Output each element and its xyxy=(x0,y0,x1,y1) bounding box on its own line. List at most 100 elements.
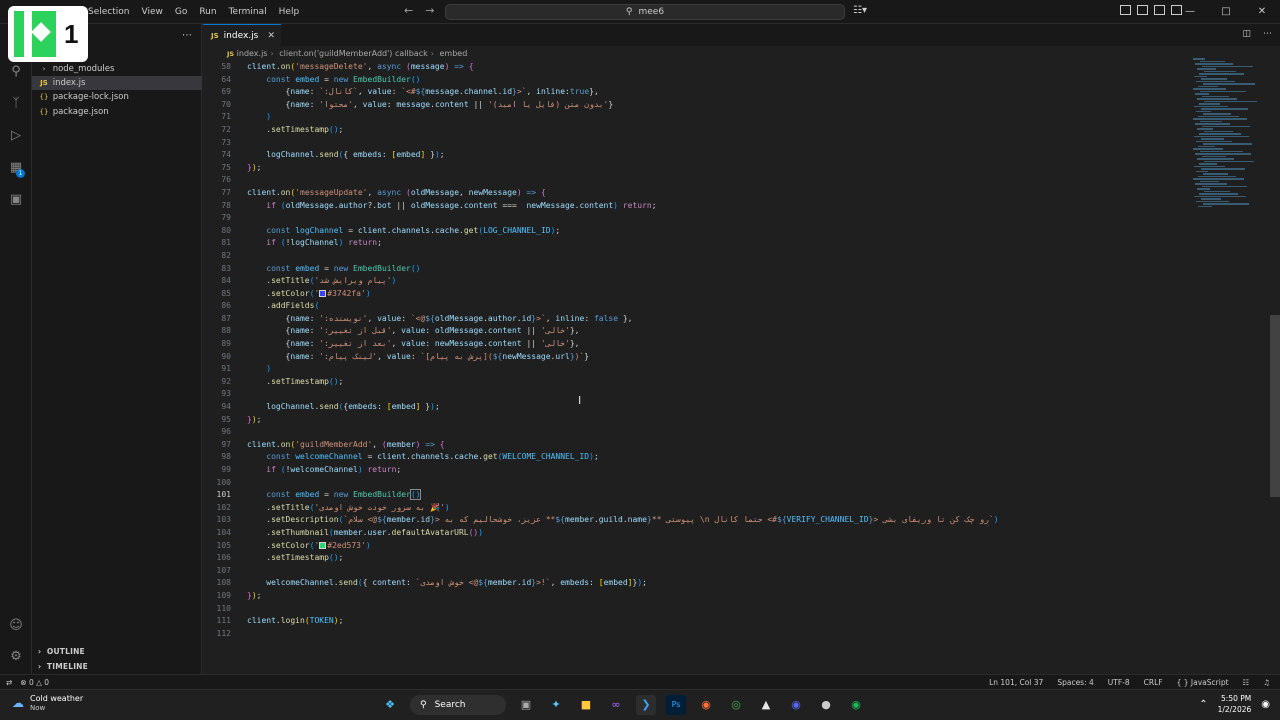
code-line[interactable]: 64 const embed = new EmbedBuilder() xyxy=(203,74,1193,87)
code-line[interactable]: 98 const welcomeChannel = client.channel… xyxy=(203,451,1193,464)
code-line[interactable]: 104 .setThumbnail(member.user.defaultAva… xyxy=(203,527,1193,540)
menu-item-run[interactable]: Run xyxy=(193,7,222,17)
code-line[interactable]: 69 {name: `:کانال`, value: `<#${message.… xyxy=(203,86,1193,99)
clock[interactable]: 5:50 PM 1/2/2026 xyxy=(1218,693,1252,715)
code-line[interactable]: 78 if (oldMessage.author?.bot || oldMess… xyxy=(203,200,1193,213)
minimap[interactable] xyxy=(1193,58,1268,218)
file-explorer-icon[interactable]: ■ xyxy=(576,695,596,715)
back-arrow-icon[interactable]: ← xyxy=(404,4,413,17)
split-editor-icon[interactable]: ◫ xyxy=(1242,29,1251,39)
code-line[interactable]: 88 {name: ':قبل از تغییر', value: oldMes… xyxy=(203,325,1193,338)
code-line[interactable]: 93 xyxy=(203,388,1193,401)
breadcrumb-item[interactable]: index.js xyxy=(237,49,268,58)
github-desktop-icon[interactable]: ● xyxy=(816,695,836,715)
task-view-icon[interactable]: ▣ xyxy=(516,695,536,715)
command-center-search[interactable]: ⚲ mee6 xyxy=(445,4,845,20)
visual-studio-icon[interactable]: ∞ xyxy=(606,695,626,715)
toggle-secondary-sidebar-icon[interactable] xyxy=(1154,5,1165,15)
tray-chevron-icon[interactable]: ⌃ xyxy=(1199,699,1207,710)
code-line[interactable]: 101 const embed = new EmbedBuilder() xyxy=(203,489,1193,502)
weather-widget[interactable]: ☁ Cold weather Now xyxy=(12,694,83,712)
code-line[interactable]: 105 .setColor(' #2ed573') xyxy=(203,540,1193,553)
firefox-icon[interactable]: ◉ xyxy=(696,695,716,715)
close-window-icon[interactable]: ✕ xyxy=(1244,0,1280,24)
code-line[interactable]: 70 {name: 'محتوا', value: message.conten… xyxy=(203,99,1193,112)
menu-item-view[interactable]: View xyxy=(135,7,168,17)
more-actions-icon[interactable]: ⋯ xyxy=(182,30,192,41)
outline-section[interactable]: › OUTLINE xyxy=(38,647,85,656)
vscode-icon[interactable]: ❯ xyxy=(636,695,656,715)
code-line[interactable]: 83 const embed = new EmbedBuilder() xyxy=(203,263,1193,276)
vertical-scrollbar[interactable] xyxy=(1270,315,1280,497)
code-line[interactable]: 71 ) xyxy=(203,111,1193,124)
code-line[interactable]: 90 {name: ':لینک پیام', value: `[پرش به … xyxy=(203,351,1193,364)
code-line[interactable]: 72 .setTimestamp(); xyxy=(203,124,1193,137)
code-line[interactable]: 96 xyxy=(203,426,1193,439)
code-line[interactable]: 81 if (!logChannel) return; xyxy=(203,237,1193,250)
menu-item-go[interactable]: Go xyxy=(169,7,193,17)
cursor-position[interactable]: Ln 101, Col 37 xyxy=(989,678,1043,687)
forward-arrow-icon[interactable]: → xyxy=(425,4,434,17)
encoding[interactable]: UTF-8 xyxy=(1108,678,1130,687)
copilot-status-icon[interactable]: ☷ xyxy=(1243,678,1250,687)
minimize-icon[interactable]: — xyxy=(1172,0,1208,24)
code-line[interactable]: 102 .setTitle('به سرور خودت خوش اومدی 🎉'… xyxy=(203,502,1193,515)
menu-item-selection[interactable]: Selection xyxy=(82,7,135,17)
code-line[interactable]: 111 client.login(TOKEN); xyxy=(203,615,1193,628)
menu-item-terminal[interactable]: Terminal xyxy=(223,7,273,17)
code-line[interactable]: 73 xyxy=(203,137,1193,150)
code-line[interactable]: 84 .setTitle('پیام ویرایش شد') xyxy=(203,275,1193,288)
tree-item-node-modules[interactable]: › node_modules xyxy=(32,62,202,76)
code-line[interactable]: 92 .setTimestamp(); xyxy=(203,376,1193,389)
code-line[interactable]: 80 const logChannel = client.channels.ca… xyxy=(203,225,1193,238)
code-line[interactable]: 94 logChannel.send({embeds: [embed] }); xyxy=(203,401,1193,414)
code-line[interactable]: 74 logChannel.send({ embeds: [embed] }); xyxy=(203,149,1193,162)
code-line[interactable]: 107 xyxy=(203,565,1193,578)
taskbar-search[interactable]: ⚲ Search xyxy=(410,695,506,715)
code-line[interactable]: 87 {name: ':نویسنده', value: `<@${oldMes… xyxy=(203,313,1193,326)
account-icon[interactable]: ☺ xyxy=(8,618,24,634)
code-line[interactable]: 106 .setTimestamp(); xyxy=(203,552,1193,565)
tree-item-package-lock[interactable]: {} package-lock.json xyxy=(32,90,202,104)
app-icon[interactable]: ▲ xyxy=(756,695,776,715)
more-editor-actions-icon[interactable]: ⋯ xyxy=(1263,29,1272,39)
breadcrumb-item[interactable]: client.on('guildMemberAdd') callback xyxy=(279,49,428,58)
code-line[interactable]: 58 client.on('messageDelete', async (mess… xyxy=(203,61,1193,74)
code-line[interactable]: 75}); xyxy=(203,162,1193,175)
indentation[interactable]: Spaces: 4 xyxy=(1057,678,1093,687)
end-of-line[interactable]: CRLF xyxy=(1144,678,1163,687)
code-line[interactable]: 85 .setColor(' #3742fa') xyxy=(203,288,1193,301)
toggle-panel-icon[interactable] xyxy=(1137,5,1148,15)
toggle-primary-sidebar-icon[interactable] xyxy=(1120,5,1131,15)
code-line[interactable]: 103 .setDescription(`سلام <@${member.id}… xyxy=(203,514,1193,527)
code-line[interactable]: 108 welcomeChannel.send({ content: `خوش … xyxy=(203,577,1193,590)
code-line[interactable]: 77 client.on('messageUpdate', async (oldM… xyxy=(203,187,1193,200)
tab-index-js[interactable]: JS index.js ✕ xyxy=(203,24,281,46)
spotify-icon[interactable]: ◉ xyxy=(846,695,866,715)
breadcrumb-item[interactable]: embed xyxy=(439,49,467,58)
copilot-icon[interactable]: ☷▾ xyxy=(853,5,867,16)
maximize-icon[interactable]: □ xyxy=(1208,0,1244,24)
notification-icon[interactable]: ◉ xyxy=(1261,699,1270,710)
close-tab-icon[interactable]: ✕ xyxy=(267,31,275,41)
search-activity-icon[interactable]: ⚲ xyxy=(8,64,24,80)
code-line[interactable]: 95}); xyxy=(203,414,1193,427)
source-control-icon[interactable]: ᛉ xyxy=(8,96,24,112)
chrome-icon[interactable]: ◎ xyxy=(726,695,746,715)
code-line[interactable]: 86 .addFields( xyxy=(203,300,1193,313)
problems-indicator[interactable]: ⊗ 0 △ 0 xyxy=(20,678,49,687)
language-mode[interactable]: { } JavaScript xyxy=(1177,678,1229,687)
run-debug-icon[interactable]: ▷ xyxy=(8,128,24,144)
code-line[interactable]: 79 xyxy=(203,212,1193,225)
code-line[interactable]: 91 ) xyxy=(203,363,1193,376)
windows-start-icon[interactable]: ❖ xyxy=(380,695,400,715)
code-editor[interactable]: 58 client.on('messageDelete', async (mess… xyxy=(203,61,1193,651)
code-line[interactable]: 76 xyxy=(203,174,1193,187)
tree-item-package-json[interactable]: {} package.json xyxy=(32,105,202,119)
code-line[interactable]: 110 xyxy=(203,603,1193,616)
code-line[interactable]: 100 xyxy=(203,477,1193,490)
notifications-bell-icon[interactable]: ♫ xyxy=(1263,678,1270,687)
settings-gear-icon[interactable]: ⚙ xyxy=(8,649,24,665)
timeline-section[interactable]: › TIMELINE xyxy=(38,662,88,671)
remote-indicator-icon[interactable]: ⇄ xyxy=(6,678,12,687)
